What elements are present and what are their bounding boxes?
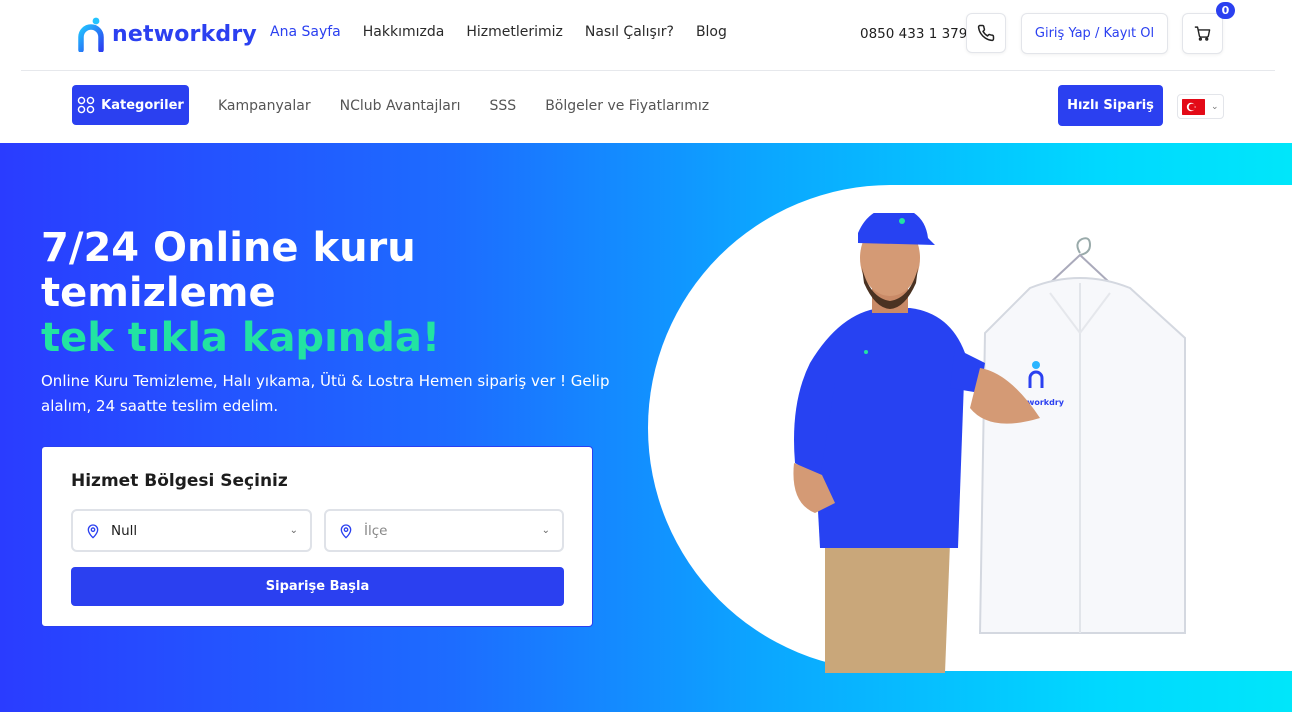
quick-order-button[interactable]: Hızlı Sipariş bbox=[1058, 85, 1163, 126]
region-select-card: Hizmet Bölgesi Seçiniz Null ⌄ İlçe ⌄ Sip… bbox=[41, 446, 593, 627]
nav-about[interactable]: Hakkımızda bbox=[363, 24, 445, 40]
hero-subtitle: Online Kuru Temizleme, Halı yıkama, Ütü … bbox=[41, 372, 610, 415]
chevron-down-icon: ⌄ bbox=[541, 525, 550, 536]
phone-button[interactable] bbox=[966, 13, 1006, 53]
grid-icon bbox=[77, 96, 95, 114]
secondary-nav: Kategoriler Kampanyalar NClub Avantajlar… bbox=[0, 71, 1292, 143]
nav-campaigns[interactable]: Kampanyalar bbox=[218, 98, 311, 114]
garment-bag-image: networkdry bbox=[978, 237, 1186, 634]
logo-mark-icon bbox=[78, 17, 104, 52]
chevron-down-icon: ⌄ bbox=[289, 525, 298, 536]
start-order-button[interactable]: Siparişe Başla bbox=[71, 567, 564, 606]
district-select-placeholder: İlçe bbox=[364, 522, 388, 539]
language-select[interactable]: ⌄ bbox=[1177, 94, 1224, 119]
nav-services[interactable]: Hizmetlerimiz bbox=[466, 24, 563, 40]
cart-count-badge: 0 bbox=[1216, 2, 1235, 19]
logo-text: networkdry bbox=[112, 21, 257, 47]
district-select[interactable]: İlçe ⌄ bbox=[324, 509, 564, 552]
location-pin-icon bbox=[87, 523, 99, 539]
nav-home[interactable]: Ana Sayfa bbox=[270, 24, 341, 40]
top-header: networkdry Ana Sayfa Hakkımızda Hizmetle… bbox=[0, 0, 1292, 70]
hero-title-line1: 7/24 Online kuru bbox=[41, 225, 416, 271]
chevron-down-icon: ⌄ bbox=[1211, 101, 1219, 112]
cart-icon bbox=[1194, 26, 1211, 41]
cart-button[interactable] bbox=[1182, 13, 1223, 54]
nav-faq[interactable]: SSS bbox=[490, 98, 517, 114]
hero-title: 7/24 Online kuru temizleme tek tıkla kap… bbox=[41, 226, 561, 361]
phone-number[interactable]: 0850 433 1 379 bbox=[860, 26, 967, 42]
delivery-man-illustration: networkdry bbox=[793, 213, 1186, 673]
site-logo[interactable]: networkdry bbox=[78, 16, 257, 52]
region-form-title: Hizmet Bölgesi Seçiniz bbox=[71, 471, 288, 491]
categories-button[interactable]: Kategoriler bbox=[72, 85, 189, 125]
hero-title-accent: tek tıkla kapında! bbox=[41, 315, 441, 361]
hero-title-line2: temizleme bbox=[41, 270, 276, 316]
phone-icon bbox=[977, 24, 995, 42]
secondary-links: Kampanyalar NClub Avantajları SSS Bölgel… bbox=[218, 98, 709, 114]
hero-section: 7/24 Online kuru temizleme tek tıkla kap… bbox=[0, 143, 1292, 712]
nav-nclub[interactable]: NClub Avantajları bbox=[340, 98, 461, 114]
login-register-button[interactable]: Giriş Yap / Kayıt Ol bbox=[1021, 13, 1168, 54]
nav-how-it-works[interactable]: Nasıl Çalışır? bbox=[585, 24, 674, 40]
nav-blog[interactable]: Blog bbox=[696, 24, 727, 40]
turkey-flag-icon bbox=[1182, 98, 1205, 115]
main-nav: Ana Sayfa Hakkımızda Hizmetlerimiz Nasıl… bbox=[270, 24, 727, 40]
city-select[interactable]: Null ⌄ bbox=[71, 509, 312, 552]
city-select-value: Null bbox=[111, 522, 138, 539]
location-pin-icon bbox=[340, 523, 352, 539]
categories-label: Kategoriler bbox=[101, 97, 184, 113]
nav-regions-prices[interactable]: Bölgeler ve Fiyatlarımız bbox=[545, 98, 709, 114]
